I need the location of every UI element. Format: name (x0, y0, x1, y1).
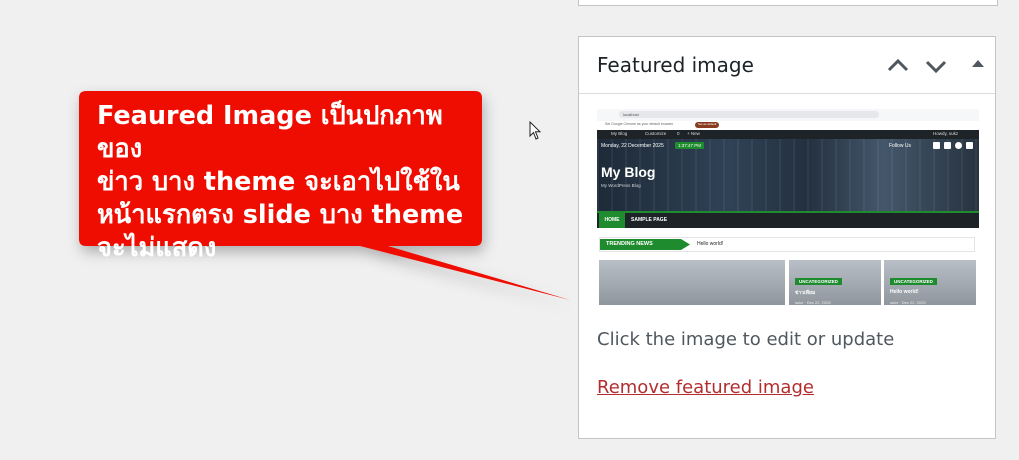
panel-title: Featured image (597, 53, 754, 77)
mini-admin-comments: 0 (677, 131, 680, 136)
mini-notice-text: Set Google Chrome as your default browse… (605, 122, 674, 126)
chevron-down-icon (923, 53, 949, 79)
linkedin-icon (966, 142, 973, 149)
mini-menu-home: HOME (599, 213, 625, 228)
callout-line: หน้าแรกตรง slide บาง theme (97, 200, 464, 230)
move-up-button[interactable] (885, 53, 911, 79)
previous-panel-bottom (578, 0, 998, 6)
mini-hero: Monday, 22 December 2025 1:37:47 PM Foll… (597, 139, 979, 211)
mini-admin-site: My Blog (611, 131, 628, 136)
mini-card-meta: sukz · Dec 22, 2025 (795, 300, 831, 305)
callout-line: Feaured Image เป็นปกภาพของ (97, 101, 443, 164)
mini-blog-subtitle: My WordPress Blog (601, 183, 641, 188)
mini-admin-bar: My Blog Customize 0 + New Howdy, sukz (597, 130, 979, 139)
mini-notice-button-label: Set as default (698, 122, 717, 126)
remove-featured-image-link[interactable]: Remove featured image (597, 377, 814, 398)
mini-trending-label: TRENDING NEWS (600, 239, 690, 250)
mini-slide-card (599, 260, 785, 305)
mini-url-text: localhost (623, 112, 639, 117)
mini-post-card: UNCATEGORIZED ข่าวเทียม sukz · Dec 22, 2… (789, 260, 881, 305)
mini-menu-sample: SAMPLE PAGE (631, 217, 668, 223)
move-down-button[interactable] (923, 53, 949, 79)
mini-card-meta: sukz · Dec 22, 2025 (890, 300, 926, 305)
mini-card-category: UNCATEGORIZED (795, 278, 842, 285)
featured-image-thumbnail[interactable]: localhost Set Google Chrome as your defa… (597, 109, 979, 305)
google-plus-icon (955, 142, 962, 149)
facebook-icon (933, 142, 940, 149)
mini-card-title: ข่าวเทียม (795, 290, 816, 296)
mini-post-card: UNCATEGORIZED Hello world! sukz · Dec 22… (884, 260, 976, 305)
callout-line: จะไม่แสดง (97, 233, 217, 263)
mini-browser-bar: localhost (597, 109, 979, 121)
callout-line: ข่าว บาง theme จะเอาไปใช้ใน (97, 167, 460, 197)
panel-header: Featured image (579, 37, 995, 94)
mini-admin-customize: Customize (645, 131, 667, 136)
twitter-icon (944, 142, 951, 149)
mini-card-title: Hello world! (890, 289, 919, 295)
mini-blog-title: My Blog (601, 164, 656, 180)
mini-date: Monday, 22 December 2025 (601, 143, 664, 149)
chevron-up-icon (885, 53, 911, 79)
mini-notice-button: Set as default (695, 122, 719, 128)
mini-url-bar: localhost (619, 111, 879, 118)
mini-admin-howdy: Howdy, sukz (933, 131, 959, 136)
caret-up-icon (966, 53, 992, 79)
mini-admin-new: + New (687, 131, 700, 136)
featured-image-panel: Featured image localhost Set Google Chro… (578, 36, 996, 439)
featured-image-help-text: Click the image to edit or update (597, 329, 895, 350)
mini-menu: HOME SAMPLE PAGE (597, 211, 979, 228)
toggle-panel-button[interactable] (966, 53, 992, 79)
callout-text: Feaured Image เป็นปกภาพของ ข่าว บาง them… (97, 100, 477, 265)
mouse-cursor-icon (529, 120, 543, 146)
mini-time: 1:37:47 PM (675, 142, 705, 149)
mini-follow: Follow Us (889, 143, 911, 149)
mini-trending: TRENDING NEWS Hello world! (599, 237, 975, 252)
mini-card-category: UNCATEGORIZED (890, 278, 937, 285)
mini-trending-text: Hello world! (697, 241, 724, 247)
